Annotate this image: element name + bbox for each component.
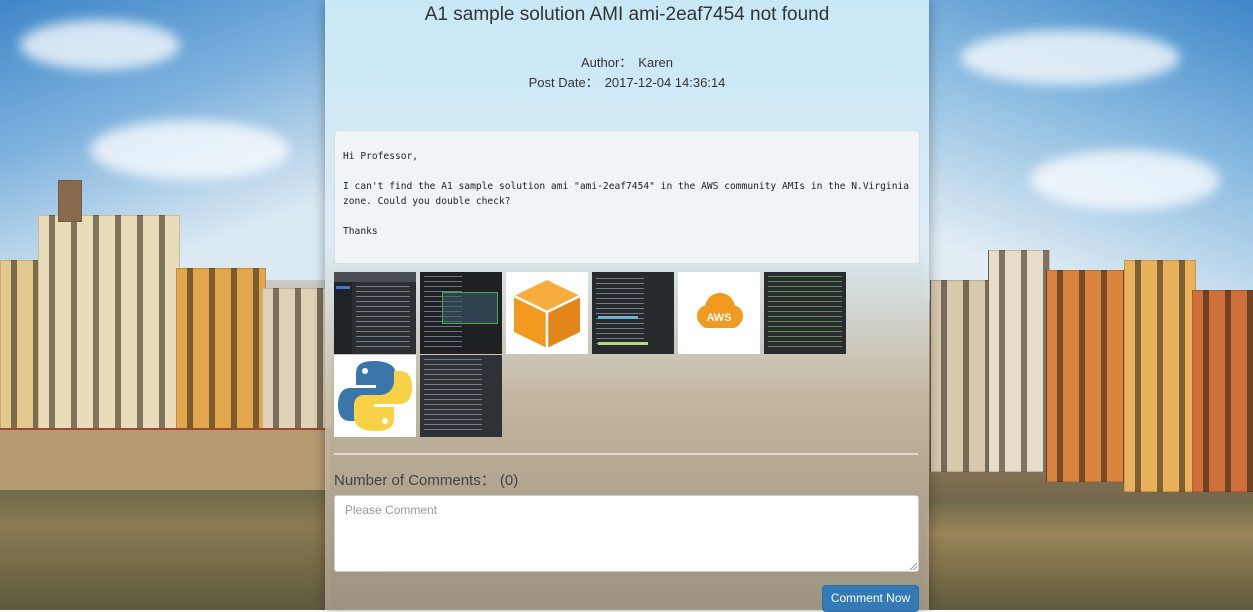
code-screenshot-thumbnail-icon (596, 278, 644, 348)
building-left-4 (262, 288, 332, 430)
tower-left (58, 180, 82, 222)
building-right-1 (930, 280, 992, 472)
attachment-thumbnail[interactable] (420, 272, 502, 354)
attachment-thumbnail[interactable] (420, 355, 502, 437)
screenshot-thumbnail-icon (334, 272, 416, 282)
section-divider (334, 453, 918, 455)
building-right-4 (1124, 260, 1196, 492)
post-body-box: Hi Professor, I can't find the A1 sample… (334, 130, 920, 264)
post-date-line: Post Date： 2017-12-04 14:36:14 (325, 72, 929, 91)
comments-count-label: Number of Comments： (334, 472, 496, 489)
attachment-thumbnail[interactable] (506, 272, 588, 354)
attachment-thumbnail[interactable] (592, 272, 674, 354)
attachment-thumbnail[interactable]: AWS (678, 272, 760, 354)
post-panel: A1 sample solution AMI ami-2eaf7454 not … (325, 0, 929, 612)
building-left-1 (0, 260, 42, 452)
post-date: 2017-12-04 14:36:14 (604, 75, 726, 90)
code-screenshot-thumbnail-icon (768, 276, 842, 350)
post-title: A1 sample solution AMI ami-2eaf7454 not … (424, 4, 830, 25)
attachment-gallery: AWS (334, 272, 854, 438)
attachment-thumbnail[interactable] (334, 355, 416, 437)
comments-heading: Number of Comments： (0) (334, 469, 518, 490)
textarea-resize-icon[interactable] (910, 563, 917, 570)
attachment-thumbnail[interactable] (764, 272, 846, 354)
post-body: Hi Professor, I can't find the A1 sample… (343, 151, 910, 237)
building-right-3 (1046, 270, 1128, 482)
building-left-2 (38, 215, 180, 437)
building-right-2 (988, 250, 1050, 472)
author-label: Author： (580, 55, 633, 70)
author-name: Karen (638, 55, 673, 70)
comment-input[interactable] (334, 495, 919, 572)
comments-count: (0) (499, 472, 519, 489)
river-right (925, 500, 1253, 610)
terminal-screenshot-thumbnail-icon (424, 359, 482, 431)
building-right-5 (1192, 290, 1253, 492)
river-left (0, 490, 330, 610)
building-left-3 (176, 268, 266, 435)
aws-logo-text: AWS (706, 312, 732, 324)
aws-box-logo-icon (513, 280, 581, 348)
attachment-thumbnail[interactable] (334, 272, 416, 354)
author-line: Author： Karen (325, 52, 929, 71)
python-logo-icon (338, 361, 412, 431)
comment-now-button[interactable]: Comment Now (822, 585, 919, 612)
post-date-label: Post Date： (528, 75, 599, 90)
river-bank-left (0, 430, 330, 490)
